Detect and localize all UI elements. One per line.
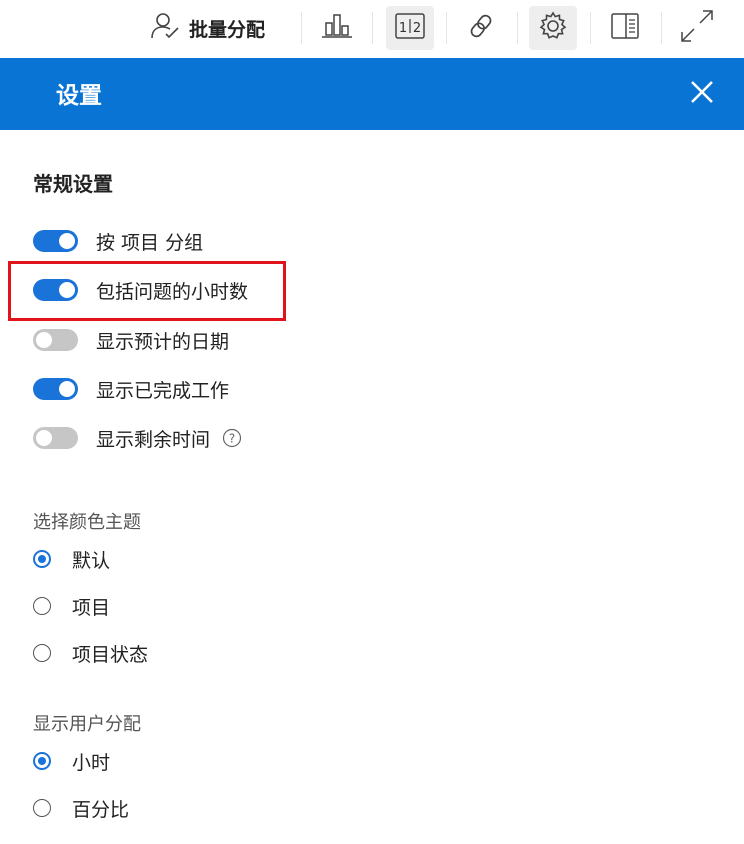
close-icon	[690, 80, 714, 108]
toolbar-divider	[517, 12, 518, 44]
highlight-box	[8, 261, 286, 321]
page-split-button[interactable]: 1 2	[386, 6, 434, 50]
general-settings-title: 常规设置	[33, 172, 113, 196]
settings-header: 设置	[0, 58, 744, 130]
radio-allocation-hours[interactable]: 小时	[33, 745, 110, 777]
link-button[interactable]	[458, 6, 504, 50]
toggle-knob	[59, 381, 75, 397]
chart-button[interactable]	[314, 6, 360, 50]
radio-label: 默认	[72, 549, 111, 572]
user-allocation-title: 显示用户分配	[33, 714, 141, 735]
bar-chart-icon	[320, 12, 354, 44]
bulk-assign-label: 批量分配	[188, 18, 265, 41]
radio-button[interactable]	[33, 597, 51, 615]
close-button[interactable]	[686, 78, 718, 110]
toggle-label: 显示预计的日期	[96, 330, 230, 353]
radio-label: 小时	[72, 751, 111, 774]
bulk-assign-button[interactable]: 批量分配	[136, 6, 276, 50]
page-split-icon: 1 2	[393, 11, 427, 45]
radio-theme-project[interactable]: 项目	[33, 590, 110, 622]
bulk-assign-icon	[147, 11, 181, 45]
expand-button[interactable]	[674, 6, 720, 50]
side-panel-button[interactable]	[602, 6, 648, 50]
toolbar-divider	[372, 12, 373, 44]
toggle-show-planned-dates[interactable]: 显示预计的日期	[33, 324, 229, 356]
svg-text:2: 2	[413, 21, 421, 36]
toggle-knob	[36, 430, 52, 446]
toggle-switch[interactable]	[33, 427, 78, 449]
toolbar-divider	[301, 12, 302, 44]
toggle-label: 显示剩余时间	[96, 428, 211, 451]
toggle-switch[interactable]	[33, 329, 78, 351]
svg-text:1: 1	[399, 21, 407, 36]
radio-button[interactable]	[33, 799, 51, 817]
toggle-show-remaining-time[interactable]: 显示剩余时间 ?	[33, 422, 242, 454]
toolbar-divider	[590, 12, 591, 44]
radio-label: 项目	[72, 596, 111, 619]
radio-theme-default[interactable]: 默认	[33, 543, 110, 575]
help-icon[interactable]: ?	[222, 428, 242, 448]
side-panel-icon	[609, 11, 641, 45]
color-theme-title: 选择颜色主题	[33, 512, 141, 533]
radio-button[interactable]	[33, 752, 51, 770]
radio-theme-project-status[interactable]: 项目状态	[33, 637, 148, 669]
gear-icon	[537, 10, 569, 46]
link-icon	[466, 10, 496, 46]
radio-label: 百分比	[72, 798, 130, 821]
svg-text:?: ?	[229, 431, 235, 445]
radio-button[interactable]	[33, 550, 51, 568]
top-toolbar: 批量分配 1 2	[0, 0, 744, 58]
toolbar-divider	[446, 12, 447, 44]
toolbar-divider	[661, 12, 662, 44]
page-title: 设置	[56, 83, 102, 109]
radio-button[interactable]	[33, 644, 51, 662]
settings-button[interactable]	[529, 6, 577, 50]
toggle-group-by-project[interactable]: 按 项目 分组	[33, 225, 203, 257]
toggle-knob	[59, 233, 75, 249]
toggle-label: 按 项目 分组	[96, 231, 204, 254]
toggle-show-completed-work[interactable]: 显示已完成工作	[33, 373, 229, 405]
radio-allocation-percent[interactable]: 百分比	[33, 792, 129, 824]
toggle-label: 显示已完成工作	[96, 379, 230, 402]
radio-label: 项目状态	[72, 643, 149, 666]
toggle-switch[interactable]	[33, 378, 78, 400]
expand-icon	[679, 8, 715, 48]
toggle-knob	[36, 332, 52, 348]
toggle-switch[interactable]	[33, 230, 78, 252]
